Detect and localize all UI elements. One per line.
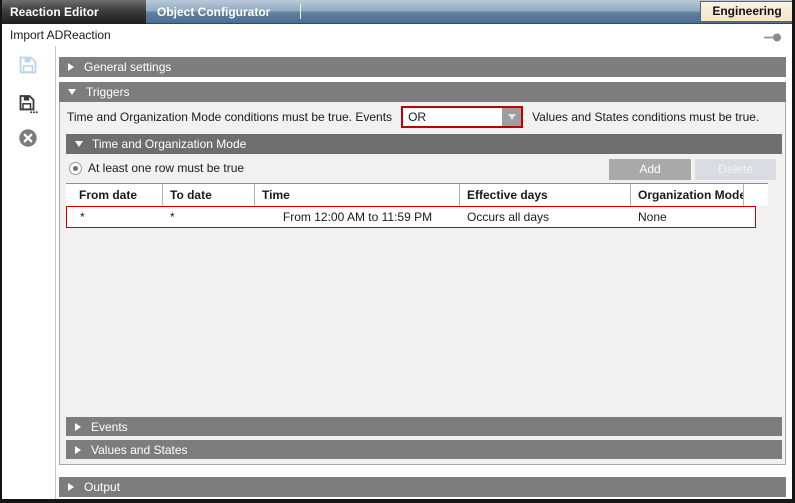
section-label: Triggers	[86, 85, 130, 99]
triangle-down-icon	[75, 141, 83, 147]
tab-bar: Reaction Editor Object Configurator Engi…	[0, 0, 795, 24]
page-title: Import ADReaction	[10, 24, 111, 46]
cell-effective-days: Occurs all days	[460, 210, 631, 224]
cell-time: From 12:00 AM to 11:59 PM	[255, 210, 460, 224]
section-general-settings[interactable]: General settings	[59, 57, 786, 77]
section-label: Time and Organization Mode	[92, 137, 246, 151]
table-header-row: From date To date Time Effective days Or…	[66, 183, 768, 206]
row-rule-radio-row: At least one row must be true	[69, 161, 244, 175]
section-label: Values and States	[91, 443, 188, 457]
section-time-and-organization-mode[interactable]: Time and Organization Mode	[66, 134, 782, 154]
section-label: Output	[84, 480, 120, 494]
cell-organization-mode: None	[631, 210, 755, 224]
pin-icon[interactable]	[764, 31, 782, 45]
add-button[interactable]: Add	[609, 159, 691, 180]
section-label: Events	[91, 420, 128, 434]
toolbar-sidebar	[2, 46, 56, 499]
cell-to-date: *	[163, 210, 255, 224]
trigger-condition-row: Time and Organization Mode conditions mu…	[67, 105, 781, 129]
triangle-right-icon	[68, 483, 74, 491]
engineering-mode-button[interactable]: Engineering	[700, 1, 794, 22]
delete-button[interactable]: Delete	[695, 159, 776, 180]
chevron-down-icon	[508, 114, 516, 120]
time-conditions-table: From date To date Time Effective days Or…	[66, 183, 768, 228]
section-values-and-states[interactable]: Values and States	[66, 440, 782, 459]
triangle-right-icon	[75, 446, 81, 454]
document-title-bar: Import ADReaction	[2, 24, 792, 46]
radio-label: At least one row must be true	[88, 161, 244, 175]
column-header-time: Time	[255, 184, 460, 206]
column-header-to-date: To date	[163, 184, 255, 206]
column-header-effective-days: Effective days	[460, 184, 631, 206]
triangle-down-icon	[68, 89, 76, 95]
save-as-icon[interactable]	[18, 94, 38, 114]
application-window: Reaction Editor Object Configurator Engi…	[0, 0, 795, 503]
triangle-right-icon	[68, 63, 74, 71]
column-header-filler	[744, 184, 768, 206]
cell-from-date: *	[67, 210, 163, 224]
triggers-panel: Time and Organization Mode conditions mu…	[59, 102, 786, 465]
table-row[interactable]: * * From 12:00 AM to 11:59 PM Occurs all…	[66, 206, 756, 228]
dropdown-value: OR	[408, 108, 426, 126]
dropdown-arrow-button[interactable]	[502, 108, 521, 126]
save-icon[interactable]	[18, 55, 38, 75]
section-label: General settings	[84, 60, 171, 74]
triangle-right-icon	[75, 423, 81, 431]
section-output[interactable]: Output	[59, 477, 786, 497]
section-events[interactable]: Events	[66, 417, 782, 436]
column-header-from-date: From date	[66, 184, 163, 206]
condition-text-right: Values and States conditions must be tru…	[532, 110, 759, 124]
section-triggers[interactable]: Triggers	[59, 82, 786, 102]
tab-separator	[300, 4, 301, 19]
tab-object-configurator[interactable]: Object Configurator	[157, 0, 270, 24]
radio-selected-dot	[73, 166, 78, 171]
events-operator-dropdown[interactable]: OR	[401, 106, 523, 128]
at-least-one-row-radio[interactable]	[69, 162, 82, 175]
condition-text-left: Time and Organization Mode conditions mu…	[67, 110, 392, 124]
cancel-icon[interactable]	[18, 128, 38, 148]
tab-reaction-editor[interactable]: Reaction Editor	[0, 0, 146, 24]
editor-content: General settings Triggers Time and Organ…	[59, 46, 786, 499]
column-header-organization-mode: Organization Mode	[631, 184, 744, 206]
